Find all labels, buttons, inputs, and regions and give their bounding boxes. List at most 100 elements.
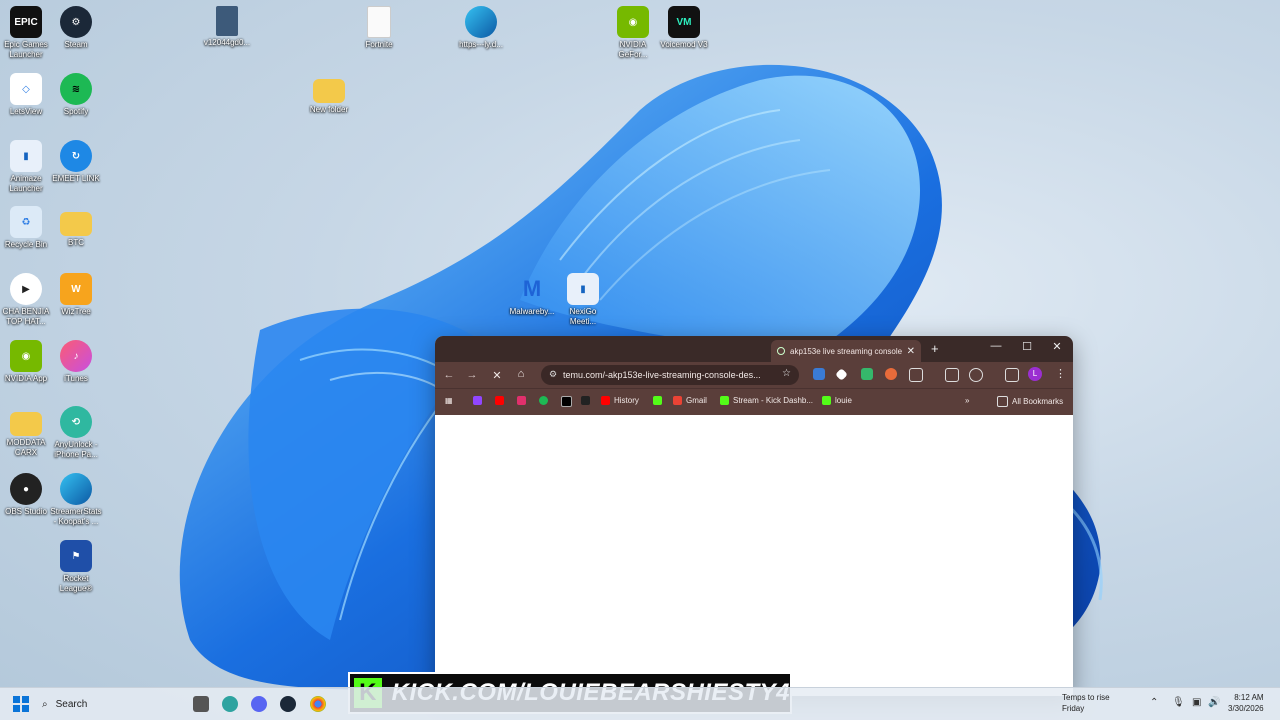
forward-button[interactable]: → — [461, 369, 483, 381]
epic-games-icon: EPIC — [10, 6, 42, 38]
desktop-icon-nexigo[interactable]: ▮ NexiGo Meeti... — [557, 273, 609, 327]
desktop-icon-obs[interactable]: ● OBS Studio — [0, 473, 52, 517]
minimize-button[interactable]: — — [986, 340, 1006, 352]
desktop-icon-letsview[interactable]: ◇ LetsView — [0, 73, 52, 117]
desktop-icon-malwarebytes[interactable]: M Malwareby... — [506, 273, 558, 317]
desktop-icon-fortnite[interactable]: Fortnite — [353, 6, 405, 50]
emeet-icon: ↻ — [60, 140, 92, 172]
stop-loading-button[interactable]: ✕ — [486, 369, 508, 382]
x-icon — [561, 396, 572, 407]
tab-title: akp153e live streaming console — [790, 346, 903, 356]
spotify-icon: ≋ — [60, 73, 92, 105]
site-info-icon[interactable]: ⚙ — [549, 369, 557, 380]
desktop-icon-spotify[interactable]: ≋ Spotify — [50, 73, 102, 117]
desktop-icon-streamerstats[interactable]: StreamerStats - Koopat's ... — [50, 473, 102, 527]
network-icon[interactable]: ▣ — [1192, 697, 1201, 708]
maximize-button[interactable]: ☐ — [1017, 340, 1037, 353]
steam-icon[interactable] — [280, 696, 296, 712]
weather-widget[interactable]: Temps to rise Friday — [1040, 692, 1110, 714]
bookmark-spotify[interactable] — [539, 396, 552, 405]
apps-icon[interactable]: ▦ — [445, 396, 453, 405]
anyunlock-icon: ⟲ — [60, 406, 92, 438]
more-menu-icon[interactable]: ⋮ — [1055, 367, 1066, 380]
bookmarks-overflow-icon[interactable]: » — [965, 396, 969, 405]
address-bar[interactable]: ⚙ temu.com/-akp153e-live-streaming-conso… — [541, 365, 799, 385]
taskbar-search[interactable]: ⌕ Search — [42, 694, 182, 714]
desktop-icon-anyunlock[interactable]: ⟲ AnyUnlock - iPhone Pa... — [50, 406, 102, 460]
bookmark-x[interactable] — [561, 396, 576, 407]
recycle-bin-icon: ♻ — [10, 206, 42, 238]
desktop-icon-recycle-bin[interactable]: ♻ Recycle Bin — [0, 206, 52, 250]
voicemod-icon: VM — [668, 6, 700, 38]
bookmark-louie[interactable]: louie — [822, 396, 852, 405]
desktop-icon-moddata[interactable]: MODDATA CARX — [0, 406, 52, 458]
desktop-icon-steam[interactable]: ⚙ Steam — [50, 6, 102, 50]
loading-icon — [777, 347, 785, 355]
bookmark-youtube[interactable] — [495, 396, 508, 405]
chrome-icon[interactable] — [310, 696, 326, 712]
nvidia-icon: ◉ — [10, 340, 42, 372]
desktop-icon-animaze[interactable]: ▮ Animaze Launcher — [0, 140, 52, 194]
video-icon: ▶ — [10, 273, 42, 305]
browser-titlebar: akp153e live streaming console ✕ + — ☐ ✕ — [435, 336, 1073, 362]
taskbar: ⌕ Search Temps to rise Friday ⌃ 🎙 ▣ 🔊 8:… — [0, 687, 1280, 720]
extension-icon[interactable] — [813, 368, 825, 380]
task-view-icon[interactable] — [193, 696, 209, 712]
edge-icon — [60, 473, 92, 505]
desktop-icon-wiztree[interactable]: W WizTree — [50, 273, 102, 317]
microphone-icon[interactable]: 🎙 — [1172, 697, 1185, 708]
bookmark-kick[interactable] — [653, 396, 666, 405]
folder-icon — [997, 396, 1008, 407]
new-tab-button[interactable]: + — [931, 341, 939, 356]
desktop-icon-emeet-link[interactable]: ↻ EMEET LINK — [50, 140, 102, 184]
obs-icon: ● — [10, 473, 42, 505]
home-button[interactable]: ⌂ — [510, 368, 532, 380]
profile-avatar[interactable]: L — [1028, 367, 1042, 381]
extension-icon[interactable] — [885, 368, 897, 380]
puzzle-icon[interactable] — [909, 368, 923, 382]
discord-icon[interactable] — [251, 696, 267, 712]
desktop-icon-nvidia-app[interactable]: ◉ NVIDIA App — [0, 340, 52, 384]
desktop-icon-nvidia-geforce[interactable]: ◉ NVIDIA GeFor... — [607, 6, 659, 60]
all-bookmarks[interactable]: All Bookmarks — [997, 396, 1063, 407]
back-button[interactable]: ← — [438, 369, 460, 381]
volume-icon[interactable]: 🔊 — [1208, 697, 1220, 708]
desktop-icon-voicemod[interactable]: VM Voicemod V3 — [658, 6, 710, 50]
clock[interactable]: 8:12 AM 3/30/2026 — [1228, 692, 1264, 714]
desktop-icon-itunes[interactable]: ♪ iTunes — [50, 340, 102, 384]
search-label: Search — [55, 698, 88, 710]
desktop-icon-image-file[interactable]: v12044gd0... — [201, 6, 253, 48]
bookmark-kick-dashboard[interactable]: Stream - Kick Dashb... — [720, 396, 813, 405]
folder-icon — [313, 79, 345, 103]
shield-icon[interactable] — [861, 368, 873, 380]
rocket-league-icon: ⚑ — [60, 540, 92, 572]
bookmark-gmail[interactable]: Gmail — [673, 396, 707, 405]
close-window-button[interactable]: ✕ — [1047, 340, 1067, 353]
extension-icon[interactable] — [835, 368, 848, 381]
wiztree-icon: W — [60, 273, 92, 305]
r-icon — [581, 396, 590, 405]
close-tab-icon[interactable]: ✕ — [907, 346, 915, 357]
desktop-icon-epic-games[interactable]: EPIC Epic Games Launcher — [0, 6, 52, 60]
folder-icon — [60, 212, 92, 236]
kick-icon — [653, 396, 662, 405]
bookmark-twitch[interactable] — [473, 396, 486, 405]
tab-active[interactable]: akp153e live streaming console ✕ — [771, 340, 921, 362]
app-icon[interactable] — [222, 696, 238, 712]
bookmark-history[interactable]: History — [601, 396, 639, 405]
bookmark-star-icon[interactable]: ☆ — [782, 368, 791, 379]
desktop-icon-video[interactable]: ▶ CHA BENJIA TOP HAT... — [0, 273, 52, 327]
bookmark-instagram[interactable] — [517, 396, 530, 405]
history-icon[interactable] — [969, 368, 983, 382]
bookmark-r[interactable] — [581, 396, 594, 405]
desktop-icon-edge-link[interactable]: https---ly.d... — [455, 6, 507, 50]
media-icon[interactable] — [945, 368, 959, 382]
chevron-up-icon[interactable]: ⌃ — [1150, 697, 1158, 708]
desktop-icon-btc[interactable]: BTC — [50, 206, 102, 248]
desktop-icon-new-folder[interactable]: New folder — [303, 73, 355, 115]
desktop-icon-rocket-league[interactable]: ⚑ Rocket League® — [50, 540, 102, 594]
page-content[interactable] — [435, 416, 1073, 696]
side-panel-icon[interactable] — [1005, 368, 1019, 382]
start-button[interactable] — [13, 696, 29, 712]
kick-icon — [822, 396, 831, 405]
